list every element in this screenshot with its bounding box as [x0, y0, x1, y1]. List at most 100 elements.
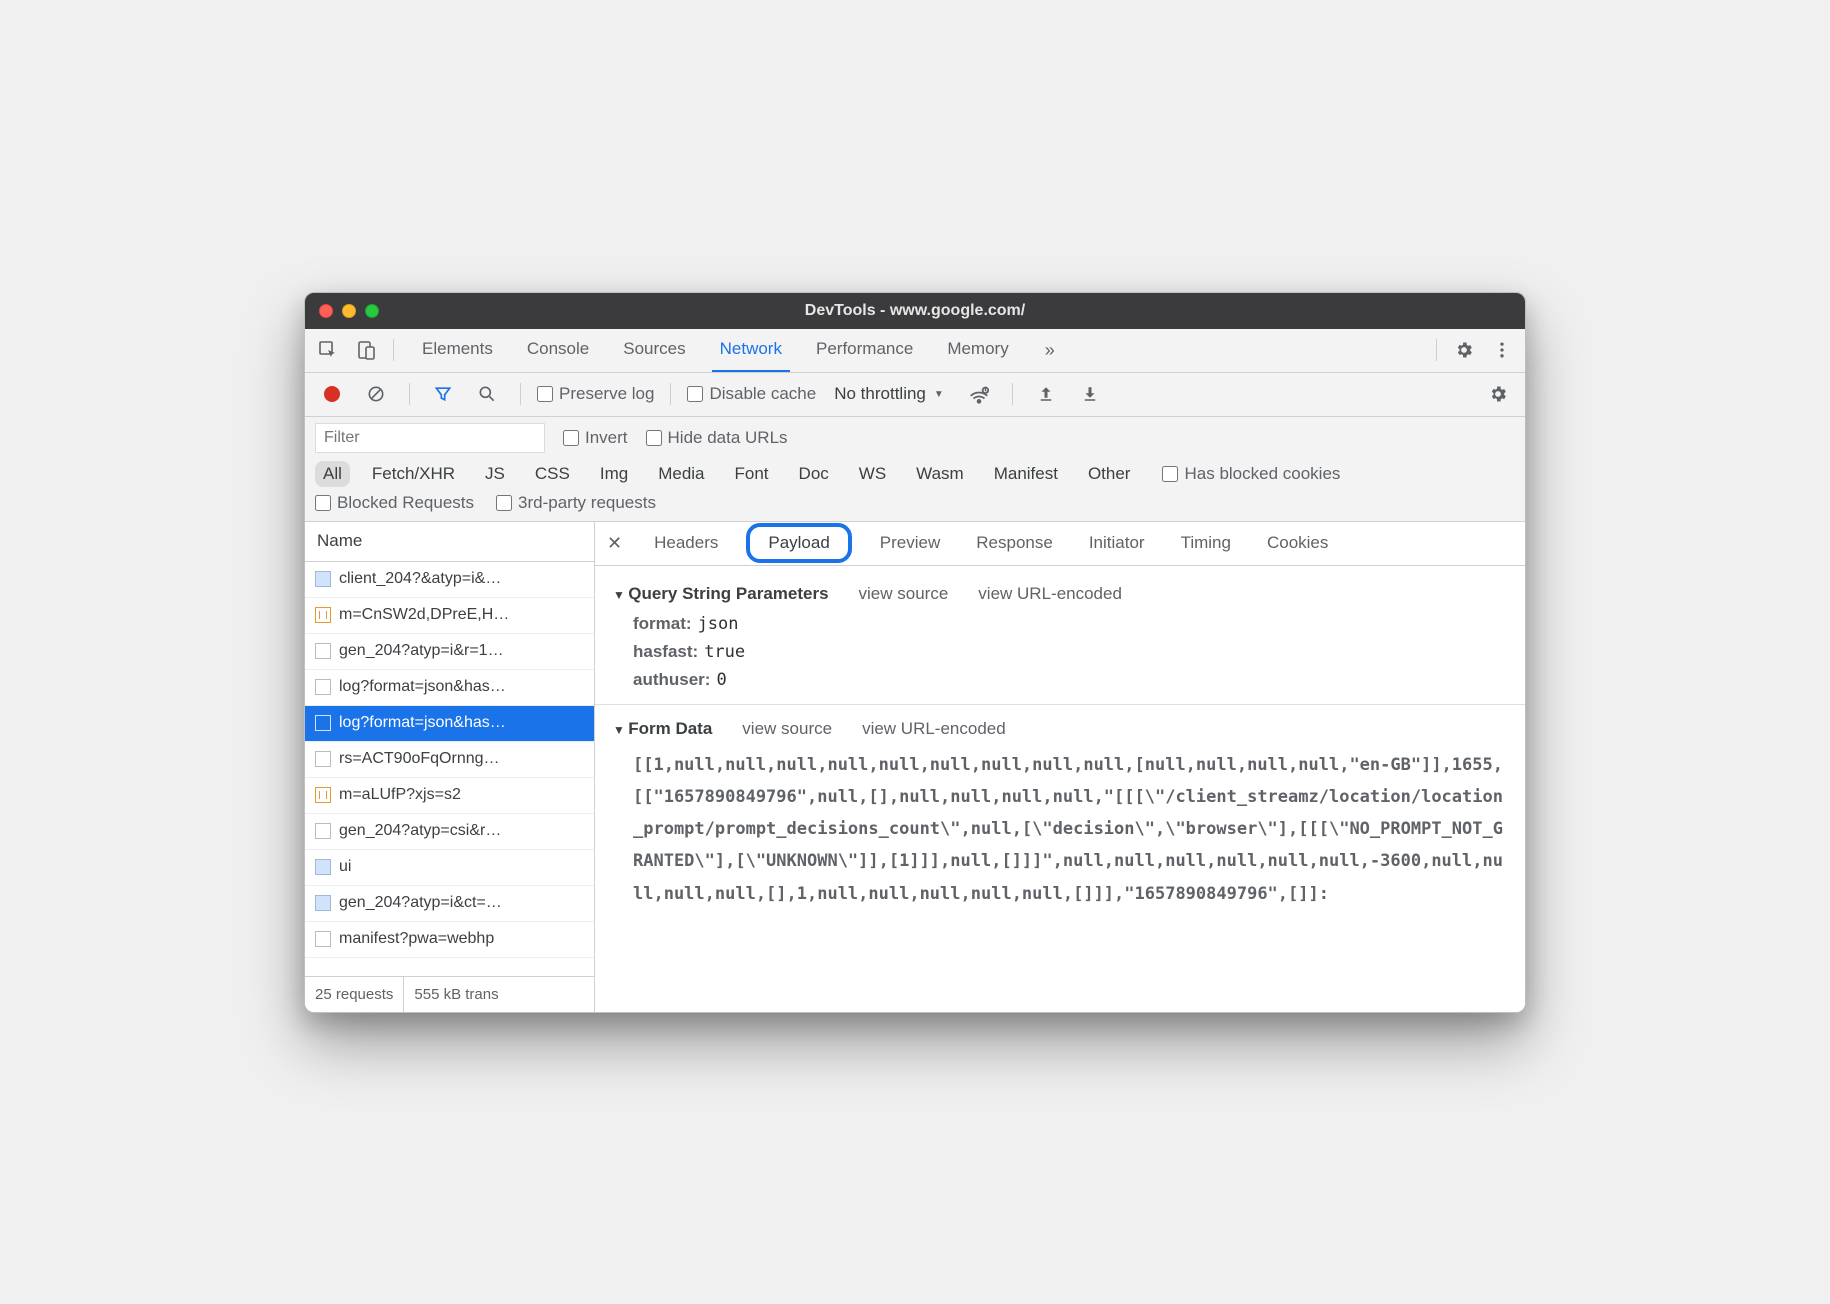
query-view-encoded[interactable]: view URL-encoded	[978, 584, 1122, 604]
request-row[interactable]: m=aLUfP?xjs=s2	[305, 778, 594, 814]
divider	[393, 339, 394, 361]
request-row[interactable]: rs=ACT90oFqOrnng…	[305, 742, 594, 778]
request-row[interactable]: log?format=json&has…	[305, 670, 594, 706]
titlebar: DevTools - www.google.com/	[305, 293, 1525, 329]
tab-memory[interactable]: Memory	[939, 329, 1016, 372]
device-toolbar-icon[interactable]	[349, 333, 383, 367]
third-party-checkbox[interactable]: 3rd-party requests	[496, 493, 656, 513]
query-row: hasfast:true	[633, 642, 1507, 662]
request-row[interactable]: gen_204?atyp=csi&r…	[305, 814, 594, 850]
request-name: gen_204?atyp=i&ct=…	[339, 894, 502, 912]
minimize-window-icon[interactable]	[342, 304, 356, 318]
request-row[interactable]: m=CnSW2d,DPreE,H…	[305, 598, 594, 634]
type-fetch-xhr[interactable]: Fetch/XHR	[364, 461, 463, 487]
network-conditions-icon[interactable]	[962, 377, 996, 411]
window-title: DevTools - www.google.com/	[305, 302, 1525, 320]
request-row[interactable]: gen_204?atyp=i&r=1…	[305, 634, 594, 670]
filter-input[interactable]	[315, 423, 545, 453]
type-font[interactable]: Font	[727, 461, 777, 487]
type-css[interactable]: CSS	[527, 461, 578, 487]
has-blocked-cookies-checkbox[interactable]: Has blocked cookies	[1162, 464, 1340, 484]
tab-performance[interactable]: Performance	[808, 329, 921, 372]
detail-tab-initiator[interactable]: Initiator	[1081, 529, 1153, 557]
type-all[interactable]: All	[315, 461, 350, 487]
hide-data-urls-label: Hide data URLs	[668, 428, 788, 448]
record-icon[interactable]	[315, 377, 349, 411]
filter-icon[interactable]	[426, 377, 460, 411]
clear-icon[interactable]	[359, 377, 393, 411]
third-party-label: 3rd-party requests	[518, 493, 656, 513]
query-key: hasfast:	[633, 642, 698, 662]
query-row: authuser:0	[633, 670, 1507, 690]
request-name: client_204?&atyp=i&…	[339, 570, 501, 588]
payload-panel: Query String Parameters view source view…	[595, 566, 1525, 1012]
file-icon	[315, 643, 331, 659]
detail-tab-payload[interactable]: Payload	[746, 523, 851, 563]
settings-icon[interactable]	[1447, 333, 1481, 367]
search-icon[interactable]	[470, 377, 504, 411]
network-toolbar: Preserve log Disable cache No throttling…	[305, 373, 1525, 417]
upload-har-icon[interactable]	[1029, 377, 1063, 411]
has-blocked-label: Has blocked cookies	[1184, 464, 1340, 484]
detail-tab-preview[interactable]: Preview	[872, 529, 948, 557]
request-name: gen_204?atyp=csi&r…	[339, 822, 501, 840]
blocked-requests-checkbox[interactable]: Blocked Requests	[315, 493, 474, 513]
request-name: log?format=json&has…	[339, 678, 506, 696]
tab-elements[interactable]: Elements	[414, 329, 501, 372]
type-ws[interactable]: WS	[851, 461, 894, 487]
form-view-source[interactable]: view source	[742, 719, 832, 739]
request-count: 25 requests	[305, 977, 404, 1012]
type-media[interactable]: Media	[650, 461, 712, 487]
close-detail-icon[interactable]: ✕	[607, 533, 626, 554]
download-har-icon[interactable]	[1073, 377, 1107, 411]
type-img[interactable]: Img	[592, 461, 636, 487]
preserve-log-checkbox[interactable]: Preserve log	[537, 384, 654, 404]
inspect-element-icon[interactable]	[311, 333, 345, 367]
request-name: ui	[339, 858, 351, 876]
type-js[interactable]: JS	[477, 461, 513, 487]
request-row[interactable]: client_204?&atyp=i&…	[305, 562, 594, 598]
request-list: client_204?&atyp=i&… m=CnSW2d,DPreE,H… gen…	[305, 562, 594, 976]
file-icon	[315, 859, 331, 875]
form-view-encoded[interactable]: view URL-encoded	[862, 719, 1006, 739]
more-tabs-icon[interactable]: »	[1035, 340, 1065, 361]
request-list-panel: Name client_204?&atyp=i&… m=CnSW2d,DPreE,…	[305, 522, 595, 1012]
file-icon	[315, 823, 331, 839]
request-row[interactable]: gen_204?atyp=i&ct=…	[305, 886, 594, 922]
detail-tab-headers[interactable]: Headers	[646, 529, 726, 557]
hide-data-urls-checkbox[interactable]: Hide data URLs	[646, 428, 788, 448]
network-settings-icon[interactable]	[1481, 377, 1515, 411]
request-list-header: Name	[305, 522, 594, 562]
type-doc[interactable]: Doc	[791, 461, 837, 487]
tab-network[interactable]: Network	[712, 329, 790, 372]
query-params-title[interactable]: Query String Parameters	[613, 584, 829, 604]
type-other[interactable]: Other	[1080, 461, 1139, 487]
close-window-icon[interactable]	[319, 304, 333, 318]
throttling-select[interactable]: No throttling ▼	[826, 384, 952, 404]
maximize-window-icon[interactable]	[365, 304, 379, 318]
devtools-window: DevTools - www.google.com/ Elements Cons…	[304, 292, 1526, 1013]
tab-console[interactable]: Console	[519, 329, 597, 372]
query-view-source[interactable]: view source	[859, 584, 949, 604]
request-name: m=aLUfP?xjs=s2	[339, 786, 461, 804]
preserve-log-label: Preserve log	[559, 384, 654, 404]
form-data-body: [[1,null,null,null,null,null,null,null,n…	[633, 749, 1507, 910]
request-name: rs=ACT90oFqOrnng…	[339, 750, 500, 768]
request-row[interactable]: ui	[305, 850, 594, 886]
request-row[interactable]: manifest?pwa=webhp	[305, 922, 594, 958]
type-manifest[interactable]: Manifest	[986, 461, 1066, 487]
request-name: m=CnSW2d,DPreE,H…	[339, 606, 509, 624]
invert-checkbox[interactable]: Invert	[563, 428, 628, 448]
tab-sources[interactable]: Sources	[615, 329, 693, 372]
invert-label: Invert	[585, 428, 628, 448]
disable-cache-checkbox[interactable]: Disable cache	[687, 384, 816, 404]
detail-tab-timing[interactable]: Timing	[1173, 529, 1239, 557]
form-data-title[interactable]: Form Data	[613, 719, 712, 739]
kebab-menu-icon[interactable]	[1485, 333, 1519, 367]
type-wasm[interactable]: Wasm	[908, 461, 972, 487]
detail-tab-response[interactable]: Response	[968, 529, 1061, 557]
request-row[interactable]: log?format=json&has…	[305, 706, 594, 742]
transfer-size: 555 kB trans	[404, 977, 508, 1012]
file-icon	[315, 751, 331, 767]
detail-tab-cookies[interactable]: Cookies	[1259, 529, 1336, 557]
